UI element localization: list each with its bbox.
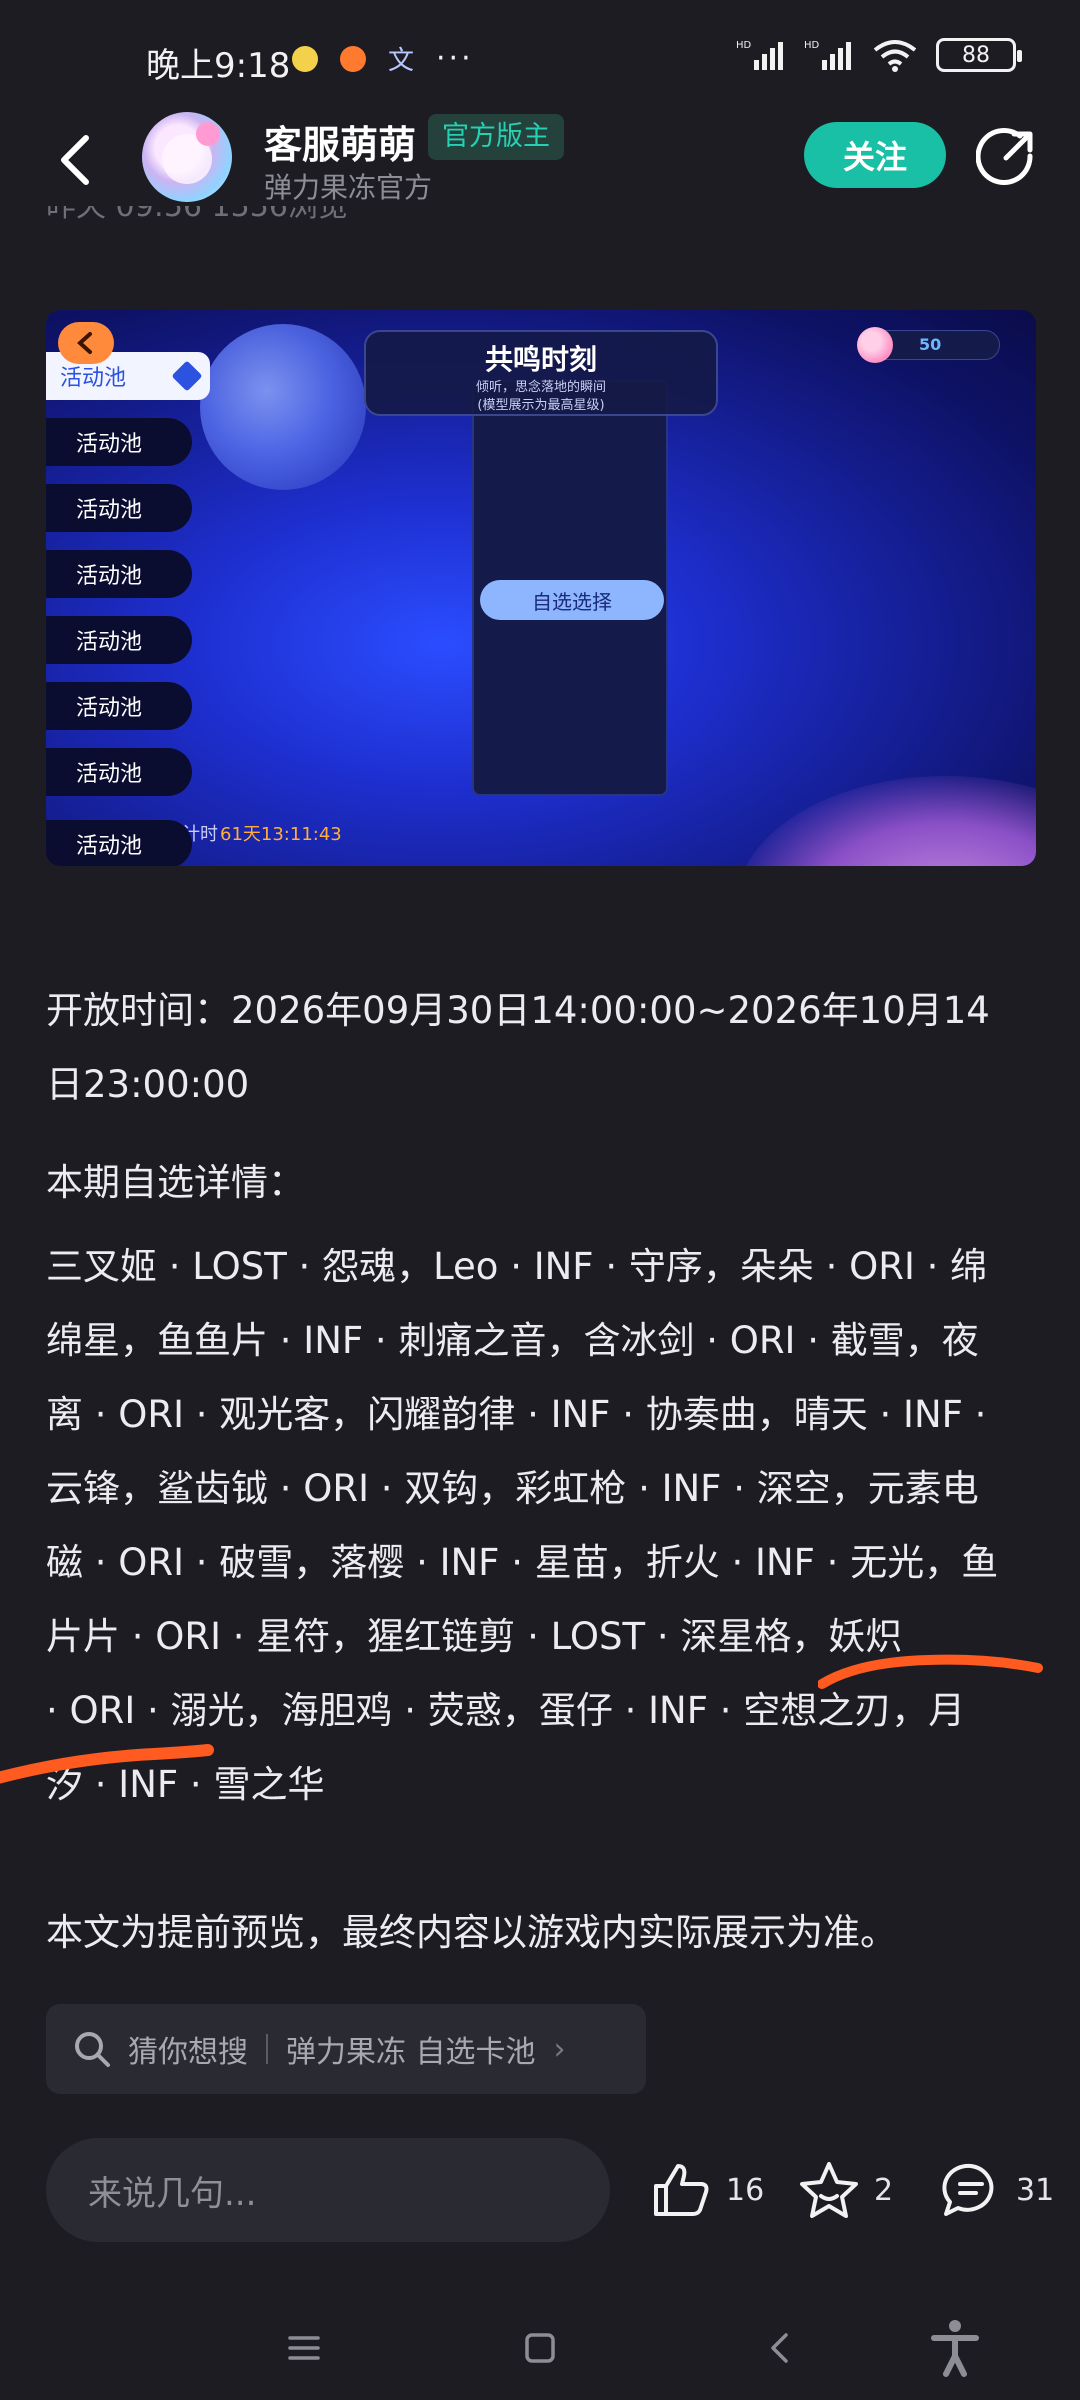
comment-button[interactable]: 31 (940, 2160, 1054, 2220)
author-avatar[interactable] (142, 112, 232, 202)
battery-level: 88 (962, 42, 990, 68)
favorite-count: 2 (874, 2172, 894, 2208)
comment-count: 31 (1016, 2172, 1055, 2208)
home-icon[interactable] (522, 2330, 558, 2366)
search-suggestion-label: 猜你想搜 (128, 2035, 248, 2070)
search-suggestion-chip[interactable]: 猜你想搜 弹力果冻 自选卡池 › (46, 2004, 646, 2094)
pool-item-label: 活动池 (60, 366, 127, 391)
comment-placeholder: 来说几句... (88, 2173, 257, 2214)
select-choice-label: 自选选择 (532, 589, 612, 614)
highlight-stroke (818, 1654, 1043, 1689)
status-time: 晚上9:18 (146, 46, 291, 86)
diamond-icon (171, 360, 203, 392)
wifi-icon (873, 40, 917, 72)
banner-subtitle-1: 倾听，思念落地的瞬间 (475, 380, 606, 395)
author-subtitle: 弹力果冻官方 (264, 171, 433, 204)
search-icon (75, 2032, 110, 2067)
post-banner-image[interactable]: 共鸣时刻 倾听，思念落地的瞬间 (模型展示为最高星级) 自选选择 50 活动池 … (46, 310, 1036, 866)
signal-icon: HD (804, 40, 851, 70)
comment-input[interactable]: 来说几句... (46, 2138, 610, 2242)
detail-line: 三叉姬 · LOST · 怨魂，Leo · INF · 守序，朵朵 · ORI … (46, 1245, 988, 1288)
pool-item: 活动池 (46, 550, 192, 598)
detail-heading: 本期自选详情： (46, 1161, 305, 1204)
search-suggestion-query: 弹力果冻 自选卡池 (286, 2035, 536, 2070)
post-header: 客服萌萌 官方版主 弹力果冻官方 关注 (0, 100, 1080, 220)
back-arrow-icon[interactable] (50, 130, 100, 190)
currency-counter: 50 (857, 327, 1000, 363)
banner-title-box: 共鸣时刻 倾听，思念落地的瞬间 (模型展示为最高星级) (364, 330, 718, 416)
app-notification-icon (292, 45, 318, 72)
select-choice-button: 自选选择 (480, 580, 664, 620)
pool-item: 活动池 (46, 682, 192, 730)
pool-item: 活动池 (46, 418, 192, 466)
highlight-stroke (0, 1744, 214, 1784)
gem-icon (857, 327, 893, 363)
share-icon[interactable] (976, 126, 1038, 188)
countdown-value: 61天13:11:43 (220, 824, 342, 845)
detail-line: 云锋，鲨齿钺 · ORI · 双钩，彩虹枪 · INF · 深空，元素电 (46, 1467, 979, 1510)
pool-item: 活动池 (46, 484, 192, 532)
accessibility-icon[interactable] (928, 2318, 982, 2378)
comment-bubble-icon (942, 2163, 994, 2216)
chevron-right-icon: › (553, 2031, 566, 2067)
more-notifications-icon: ··· (436, 41, 474, 76)
pool-item: 活动池 (46, 820, 192, 866)
open-time-line: 日23:00:00 (46, 1063, 250, 1106)
svg-text:HD: HD (736, 40, 752, 51)
battery-indicator: 88 (936, 38, 1022, 72)
open-time-line: 开放时间：2026年09月30日14:00:00~2026年10月14 (46, 989, 990, 1032)
thumbs-up-icon (654, 2164, 709, 2216)
post-body: 开放时间：2026年09月30日14:00:00~2026年10月14 日23:… (46, 974, 1036, 1822)
official-moderator-badge: 官方版主 (428, 114, 564, 160)
signal-icon: HD (736, 40, 783, 70)
gem-value: 50 (919, 335, 942, 354)
glow-decoration (736, 776, 1036, 866)
nav-back-icon[interactable] (762, 2330, 798, 2366)
banner-subtitle-2: (模型展示为最高星级) (477, 398, 605, 413)
system-nav-bar (0, 2300, 1080, 2400)
detail-line: 离 · ORI · 观光客，闪耀韵律 · INF · 协奏曲，晴天 · INF … (46, 1393, 987, 1436)
banner-title: 共鸣时刻 (484, 343, 597, 376)
author-name[interactable]: 客服萌萌 (264, 114, 416, 169)
post-meta-text: 昨天 09:56 1556浏览 (46, 206, 348, 224)
detail-line: 绵星，鱼鱼片 · INF · 刺痛之音，含冰剑 · ORI · 截雪，夜 (46, 1319, 979, 1362)
pool-item: 活动池 (46, 748, 192, 796)
like-count: 16 (726, 2172, 765, 2208)
detail-line: 磁 · ORI · 破雪，落樱 · INF · 星苗，折火 · INF · 无光… (46, 1541, 999, 1584)
pool-item: 活动池 (46, 616, 192, 664)
post-meta: 昨天 09:56 1556浏览 (46, 206, 348, 236)
star-icon (800, 2162, 858, 2218)
like-button[interactable]: 16 (650, 2160, 764, 2220)
notification-icons: 文 ··· (292, 40, 474, 77)
banner-pool-list: 活动池 活动池 活动池 活动池 活动池 活动池 活动池 (46, 352, 246, 814)
translate-notification-icon: 文 (388, 46, 415, 76)
disclaimer-text: 本文为提前预览，最终内容以游戏内实际展示为准。 (46, 1911, 897, 1954)
banner-back-icon (58, 322, 114, 364)
follow-button[interactable]: 关注 (804, 122, 946, 188)
divider (266, 2034, 268, 2064)
mi-notification-icon (340, 45, 366, 72)
svg-text:HD: HD (804, 40, 820, 51)
favorite-button[interactable]: 2 (798, 2160, 893, 2220)
menu-icon[interactable] (286, 2330, 322, 2366)
